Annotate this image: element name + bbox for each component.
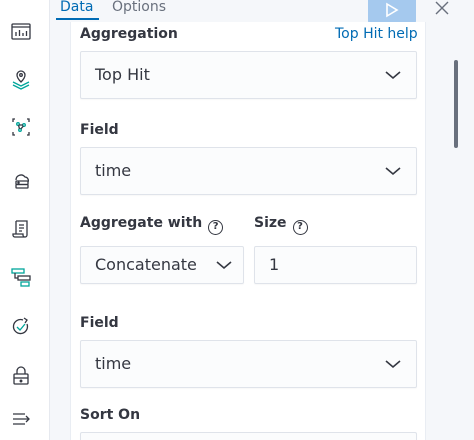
- logs-icon[interactable]: [8, 216, 34, 242]
- aggregate-with-select[interactable]: Concatenate: [80, 246, 244, 284]
- aggregate-with-selected: Concatenate: [95, 255, 197, 274]
- editor-main: Data Options Aggregation Top Hit help To…: [50, 0, 474, 440]
- sort-on-label: Sort On: [80, 407, 141, 423]
- chevron-down-icon: [385, 167, 401, 176]
- field-select[interactable]: time: [80, 147, 417, 195]
- size-input[interactable]: 1: [254, 246, 417, 284]
- chevron-down-icon: [385, 71, 401, 80]
- tab-options[interactable]: Options: [112, 0, 166, 18]
- collapse-menu-icon[interactable]: [8, 406, 34, 432]
- field-selected: time: [95, 161, 132, 180]
- dashboard-icon[interactable]: [8, 18, 34, 44]
- chevron-down-icon: [216, 261, 232, 270]
- close-button[interactable]: [432, 0, 452, 18]
- uptime-icon[interactable]: [8, 314, 34, 340]
- sort-field-selected: time: [95, 354, 132, 373]
- infrastructure-icon[interactable]: [8, 166, 34, 192]
- apm-icon[interactable]: [8, 264, 34, 290]
- security-icon[interactable]: [8, 362, 34, 388]
- question-icon[interactable]: ?: [208, 220, 224, 235]
- play-icon: [386, 2, 399, 18]
- apply-button[interactable]: [368, 0, 416, 24]
- aggregation-label: Aggregation: [80, 26, 178, 42]
- aggregate-with-label-text: Aggregate with: [80, 215, 203, 231]
- question-icon[interactable]: ?: [292, 220, 308, 235]
- tab-data[interactable]: Data: [55, 0, 100, 20]
- scrollbar-thumb[interactable]: [454, 60, 458, 148]
- size-label-text: Size: [254, 215, 287, 231]
- sort-on-select[interactable]: [80, 432, 417, 440]
- maps-icon[interactable]: [8, 66, 34, 92]
- sort-field-select[interactable]: time: [80, 340, 417, 388]
- top-hit-help-link[interactable]: Top Hit help: [335, 26, 418, 42]
- aggregation-panel: Aggregation Top Hit help Top Hit Field t…: [70, 22, 426, 440]
- size-value: 1: [269, 255, 280, 274]
- field-label: Field: [80, 315, 119, 331]
- ml-icon[interactable]: [8, 114, 34, 140]
- aggregation-select[interactable]: Top Hit: [80, 51, 417, 99]
- field-label: Field: [80, 122, 119, 138]
- aggregate-with-label: Aggregate with?: [80, 215, 224, 235]
- close-icon: [435, 1, 449, 15]
- aggregation-selected: Top Hit: [95, 65, 150, 84]
- chevron-down-icon: [385, 360, 401, 369]
- app-nav-rail: [0, 0, 50, 440]
- size-label: Size?: [254, 215, 308, 235]
